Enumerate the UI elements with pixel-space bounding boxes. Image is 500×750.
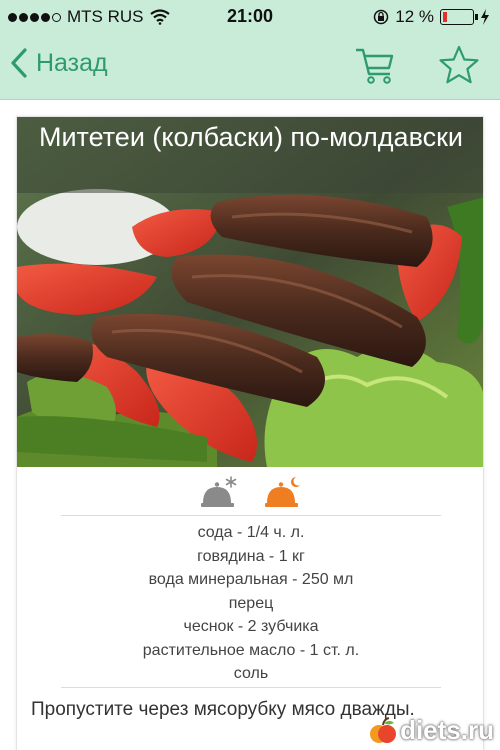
cloche-moon-icon[interactable] (264, 475, 302, 511)
battery-icon (440, 9, 478, 25)
favorite-button[interactable] (438, 44, 480, 86)
charging-icon (481, 9, 489, 25)
watermark-text: diets.ru (400, 715, 494, 745)
status-right: 12 % (373, 7, 490, 27)
rotation-lock-icon (374, 9, 389, 25)
ingredient-item: вода минеральная - 250 мл (148, 571, 354, 588)
divider-bottom (61, 687, 441, 688)
watermark: diets.ru (368, 715, 494, 746)
recipe-card: Митетеи (колбаски) по-молдавски сода - 1… (16, 116, 484, 750)
recipe-photo: Митетеи (колбаски) по-молдавски (17, 117, 483, 467)
back-button-label: Назад (36, 48, 108, 77)
meal-time-icons (17, 475, 483, 515)
ingredient-item: сода - 1/4 ч. л. (197, 524, 305, 541)
ingredients-list: сода - 1/4 ч. л. говядина - 1 кг вода ми… (17, 521, 483, 686)
ingredient-item: говядина - 1 кг (197, 547, 305, 565)
chevron-left-icon (11, 48, 27, 78)
apple-logo-icon (370, 716, 397, 743)
cloche-snowflake-icon[interactable] (200, 475, 238, 511)
status-bar: MTS RUS 21:00 12 % (0, 0, 500, 34)
star-icon (439, 45, 479, 84)
ingredient-item: чеснок - 2 зубчика (183, 618, 319, 635)
back-button[interactable]: Назад (10, 48, 108, 78)
battery-percent: 12 % (395, 7, 434, 26)
ingredient-item: соль (233, 665, 269, 682)
cart-icon (356, 48, 394, 84)
navigation-bar: Назад (0, 34, 500, 100)
cart-button[interactable] (352, 42, 396, 86)
ingredient-item: растительное масло - 1 ст. л. (142, 641, 360, 659)
ingredient-item: перец (228, 594, 274, 612)
divider-top (61, 515, 441, 516)
recipe-title: Митетеи (колбаски) по-молдавски (17, 117, 483, 193)
